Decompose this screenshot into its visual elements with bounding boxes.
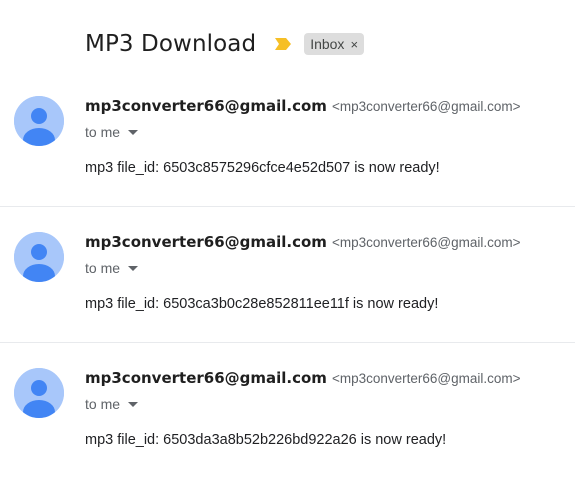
sender-line: mp3converter66@gmail.com <mp3converter66… bbox=[85, 233, 521, 251]
default-person-icon bbox=[14, 368, 64, 418]
avatar[interactable] bbox=[14, 368, 64, 418]
default-person-icon bbox=[14, 232, 64, 282]
thread-subject: MP3 Download bbox=[85, 31, 257, 57]
recipient-details-toggle[interactable]: to me bbox=[85, 124, 139, 140]
recipient-text: to me bbox=[85, 396, 121, 412]
email-message: mp3converter66@gmail.com <mp3converter66… bbox=[0, 70, 575, 206]
email-message: mp3converter66@gmail.com <mp3converter66… bbox=[0, 206, 575, 343]
email-thread-view: MP3 Download Inbox × mp3converter66@gmai… bbox=[0, 0, 575, 487]
inbox-label-chip[interactable]: Inbox × bbox=[304, 33, 365, 55]
recipient-details-toggle[interactable]: to me bbox=[85, 396, 139, 412]
sender-email: <mp3converter66@gmail.com> bbox=[331, 235, 521, 250]
sender-line: mp3converter66@gmail.com <mp3converter66… bbox=[85, 369, 521, 387]
chevron-down-icon[interactable] bbox=[128, 129, 139, 135]
sender-name[interactable]: mp3converter66@gmail.com bbox=[85, 233, 327, 251]
thread-header: MP3 Download Inbox × bbox=[85, 26, 365, 62]
avatar[interactable] bbox=[14, 96, 64, 146]
recipient-text: to me bbox=[85, 260, 121, 276]
avatar[interactable] bbox=[14, 232, 64, 282]
chevron-down-icon[interactable] bbox=[128, 401, 139, 407]
importance-marker-icon[interactable] bbox=[274, 37, 292, 51]
sender-email: <mp3converter66@gmail.com> bbox=[331, 371, 521, 386]
chevron-down-icon[interactable] bbox=[128, 265, 139, 271]
sender-email: <mp3converter66@gmail.com> bbox=[331, 99, 521, 114]
message-body: mp3 file_id: 6503da3a8b52b226bd922a26 is… bbox=[85, 432, 447, 448]
recipient-details-toggle[interactable]: to me bbox=[85, 260, 139, 276]
label-chip-text: Inbox bbox=[310, 36, 345, 52]
sender-name[interactable]: mp3converter66@gmail.com bbox=[85, 97, 327, 115]
sender-name[interactable]: mp3converter66@gmail.com bbox=[85, 369, 327, 387]
email-message: mp3converter66@gmail.com <mp3converter66… bbox=[0, 342, 575, 479]
message-body: mp3 file_id: 6503ca3b0c28e852811ee11f is… bbox=[85, 296, 439, 312]
sender-line: mp3converter66@gmail.com <mp3converter66… bbox=[85, 97, 521, 115]
default-person-icon bbox=[14, 96, 64, 146]
remove-label-icon[interactable]: × bbox=[350, 37, 358, 52]
message-body: mp3 file_id: 6503c8575296cfce4e52d507 is… bbox=[85, 160, 440, 176]
recipient-text: to me bbox=[85, 124, 121, 140]
